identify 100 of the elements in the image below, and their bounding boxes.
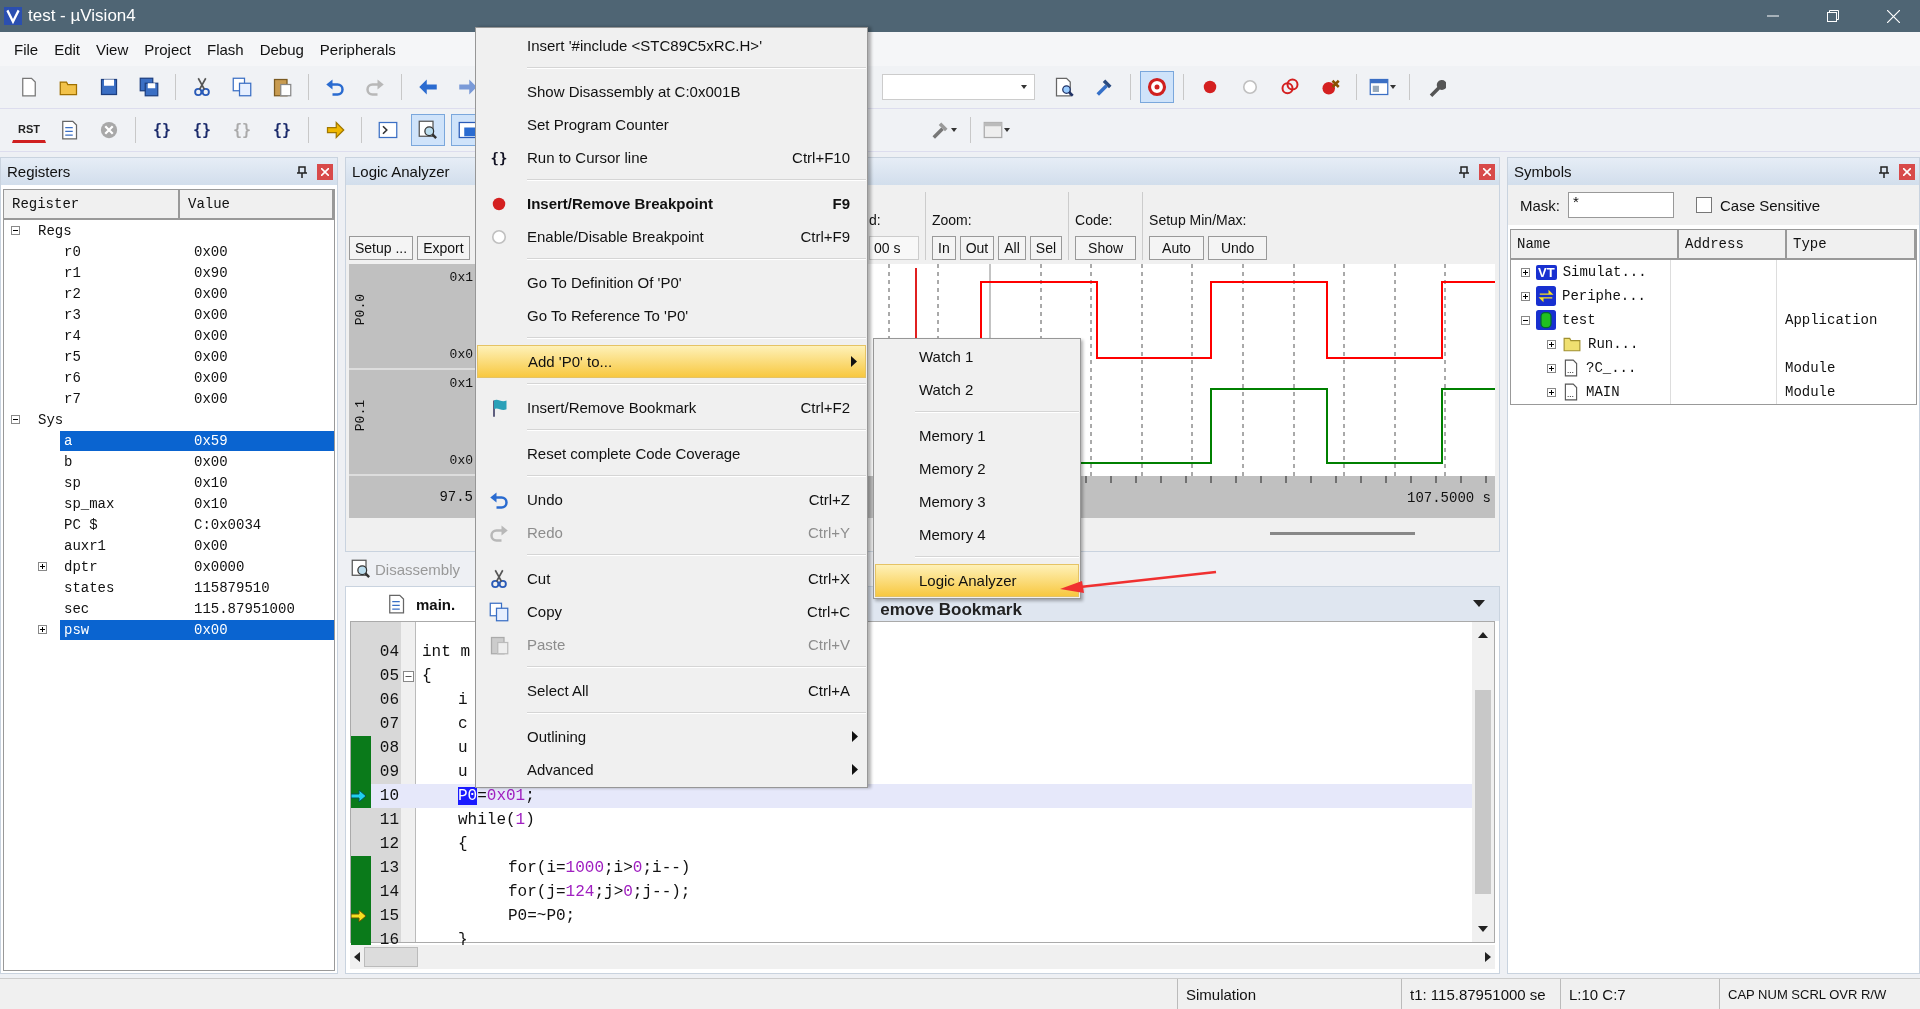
register-row[interactable]: r4 0x00 — [60, 325, 334, 346]
register-row[interactable]: sp_max 0x10 — [60, 493, 334, 514]
register-row[interactable]: r1 0x90 — [60, 262, 334, 283]
menu-item[interactable]: View — [88, 40, 137, 58]
expand-icon[interactable] — [1521, 291, 1530, 301]
tab[interactable]: main. — [346, 587, 476, 621]
register-row[interactable]: PC $ C:0x0034 — [60, 514, 334, 535]
tree-item[interactable]: Regs — [38, 222, 72, 239]
register-row[interactable]: r7 0x00 — [60, 388, 334, 409]
menu-item[interactable]: Go To Reference To 'P0' — [477, 299, 866, 332]
column-header[interactable]: Name — [1511, 230, 1679, 258]
collapse-icon[interactable] — [11, 415, 20, 424]
step-button[interactable]: {} — [185, 114, 219, 146]
column-header[interactable]: Address — [1679, 230, 1787, 258]
zoom-button[interactable]: All — [998, 236, 1026, 260]
symbol-name[interactable]: Run... — [1588, 336, 1639, 352]
collapse-icon[interactable] — [11, 226, 20, 235]
scrollbar-thumb[interactable] — [364, 947, 418, 967]
toolbar-button[interactable]: Export — [417, 236, 470, 260]
menu-item[interactable]: Memory 2 — [875, 452, 1079, 485]
symbol-name[interactable]: Simulat... — [1562, 264, 1647, 280]
menu-item[interactable]: Outlining — [477, 720, 866, 753]
tree-item[interactable]: Sys — [38, 411, 64, 428]
pin-icon[interactable] — [1459, 165, 1469, 178]
restore-icon[interactable] — [1827, 10, 1839, 22]
checkbox[interactable] — [1696, 197, 1712, 213]
column-header[interactable]: Register — [4, 190, 180, 218]
menu-item[interactable]: Debug — [251, 40, 312, 58]
menu-item[interactable]: Show Disassembly at C:0x001B — [477, 75, 866, 108]
register-row[interactable]: r0 0x00 — [60, 241, 334, 262]
collapse-icon[interactable] — [1521, 315, 1530, 325]
register-row[interactable]: r3 0x00 — [60, 304, 334, 325]
zoom-button[interactable]: In — [932, 236, 956, 260]
close-icon[interactable] — [317, 163, 333, 180]
close-icon[interactable] — [1479, 163, 1495, 180]
menu-item[interactable]: Add 'P0' to... — [477, 345, 866, 378]
expand-icon[interactable] — [1521, 267, 1530, 277]
register-row[interactable]: psw 0x00 — [60, 619, 334, 640]
range-field[interactable]: 00 s — [869, 236, 919, 260]
min-max-button[interactable]: Auto — [1149, 236, 1204, 260]
expand-icon[interactable] — [1547, 387, 1556, 397]
close-icon[interactable] — [1887, 9, 1900, 23]
target-icon[interactable] — [1140, 71, 1174, 103]
menu-item[interactable]: Undo Ctrl+Z — [477, 483, 866, 516]
expand-icon[interactable] — [1547, 339, 1556, 349]
symbol-name[interactable]: MAIN — [1586, 384, 1620, 400]
register-row[interactable]: b 0x00 — [60, 451, 334, 472]
menu-item[interactable]: Memory 4 — [875, 518, 1079, 551]
reset-button[interactable]: RST — [12, 117, 46, 143]
scrollbar-thumb[interactable] — [1270, 531, 1415, 535]
disassembly-window-icon[interactable] — [411, 114, 445, 146]
menu-item[interactable]: Logic Analyzer — [875, 564, 1079, 597]
register-row[interactable]: sec 115.87951000 — [60, 598, 334, 619]
expand-icon[interactable] — [38, 562, 50, 571]
register-row[interactable]: r2 0x00 — [60, 283, 334, 304]
pin-icon[interactable] — [1879, 165, 1889, 178]
menu-item[interactable]: Insert/Remove Bookmark Ctrl+F2 — [477, 391, 866, 424]
step-button[interactable]: {} — [265, 114, 299, 146]
menu-item[interactable]: Peripherals — [311, 40, 404, 58]
menu-item[interactable]: Reset complete Code Coverage — [477, 437, 866, 470]
menu-item[interactable]: Cut Ctrl+X — [477, 562, 866, 595]
mask-field[interactable]: * — [1568, 192, 1674, 218]
register-row[interactable]: dptr 0x0000 — [60, 556, 334, 577]
menu-item[interactable]: Flash — [198, 40, 252, 58]
menu-item[interactable]: Copy Ctrl+C — [477, 595, 866, 628]
expand-icon[interactable] — [38, 625, 50, 634]
register-row[interactable]: states 115879510 — [60, 577, 334, 598]
column-header[interactable]: Type — [1787, 230, 1916, 258]
register-row[interactable]: sp 0x10 — [60, 472, 334, 493]
menu-item[interactable]: Watch 2 — [875, 373, 1079, 406]
menu-item[interactable]: Advanced — [477, 753, 866, 786]
scrollbar-thumb[interactable] — [1475, 690, 1491, 894]
menu-item[interactable]: Select All Ctrl+A — [477, 674, 866, 707]
menu-item[interactable]: Memory 1 — [875, 419, 1079, 452]
expand-icon[interactable] — [1547, 363, 1556, 373]
pin-icon[interactable] — [297, 165, 307, 178]
register-row[interactable]: r6 0x00 — [60, 367, 334, 388]
menu-item[interactable]: File — [6, 40, 47, 58]
menu-item[interactable]: Edit — [46, 40, 89, 58]
menu-item[interactable]: Set Program Counter — [477, 108, 866, 141]
register-row[interactable]: auxr1 0x00 — [60, 535, 334, 556]
menu-item[interactable]: Insert '#include <STC89C5xRC.H>' — [477, 29, 866, 62]
menu-item[interactable]: Enable/Disable Breakpoint Ctrl+F9 — [477, 220, 866, 253]
menu-item[interactable]: Memory 3 — [875, 485, 1079, 518]
register-row[interactable]: r5 0x00 — [60, 346, 334, 367]
code-button[interactable]: Show — [1075, 236, 1137, 260]
menu-item[interactable]: Insert/Remove Breakpoint F9 — [477, 187, 866, 220]
menu-item[interactable]: {} Run to Cursor line Ctrl+F10 — [477, 141, 866, 174]
zoom-button[interactable]: Out — [959, 236, 995, 260]
zoom-button[interactable]: Sel — [1029, 236, 1063, 260]
step-button[interactable]: {} — [145, 114, 179, 146]
symbol-name[interactable]: test — [1562, 312, 1596, 328]
menu-item[interactable]: Go To Definition Of 'P0' — [477, 266, 866, 299]
symbol-name[interactable]: Periphe... — [1562, 288, 1646, 304]
close-icon[interactable] — [1899, 163, 1915, 180]
min-max-button[interactable]: Undo — [1207, 236, 1268, 260]
menu-item[interactable]: Project — [136, 40, 199, 58]
checkbox-label[interactable]: Case Sensitive — [1720, 196, 1821, 214]
fold-icon[interactable] — [403, 670, 414, 682]
register-row[interactable]: a 0x59 — [60, 430, 334, 451]
